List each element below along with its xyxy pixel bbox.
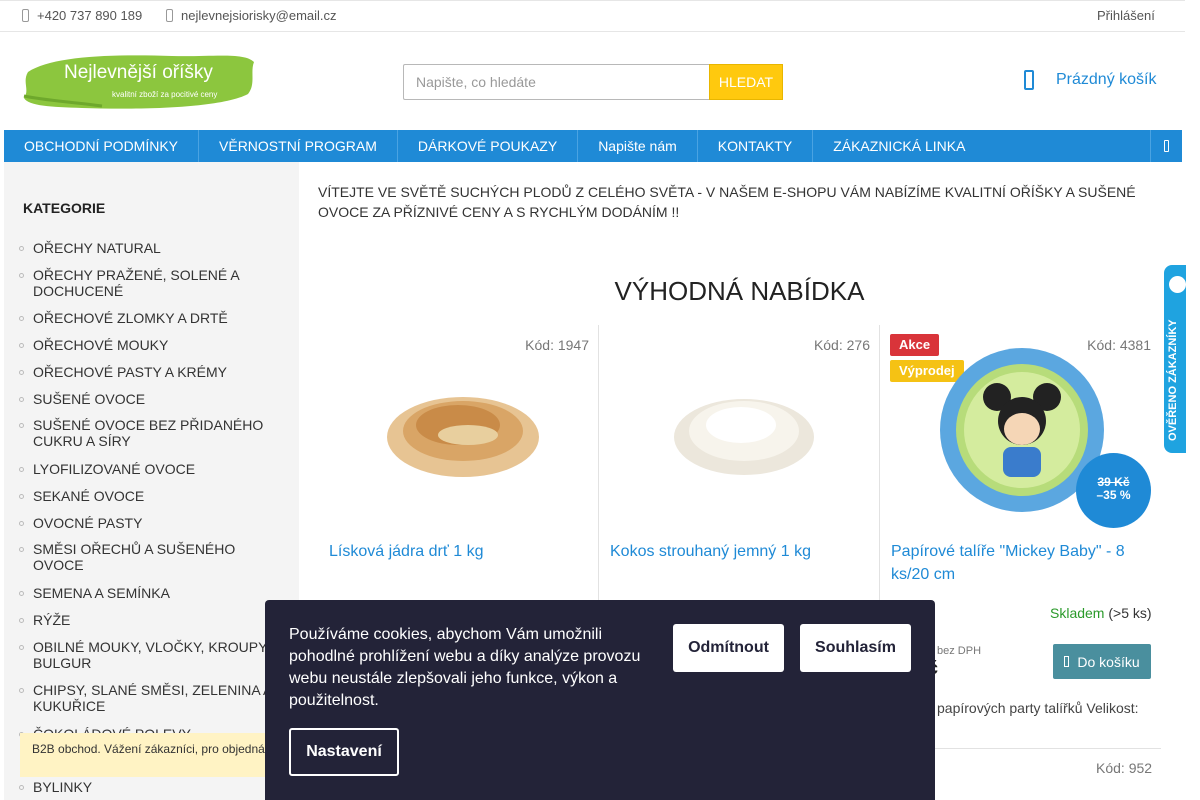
category-item[interactable]: BYLINKY	[19, 779, 273, 795]
product-image	[387, 397, 539, 477]
category-item[interactable]: LYOFILIZOVANÉ OVOCE	[19, 461, 273, 477]
nav-item-loyalty[interactable]: VĚRNOSTNÍ PROGRAM	[199, 130, 398, 162]
email-icon	[166, 9, 173, 22]
stock-label: Skladem	[1050, 605, 1105, 621]
product-name[interactable]: Lísková jádra drť 1 kg	[329, 540, 579, 563]
verified-label: OVĚŘENO ZÁKAZNÍKY	[1167, 319, 1179, 441]
product-name[interactable]: Kokos strouhaný jemný 1 kg	[610, 540, 860, 563]
product-card[interactable]: Kód: 4381 Akce Výprodej 39 Kč –35 % Papí…	[880, 325, 1161, 625]
category-item[interactable]: OŘECHOVÉ PASTY A KRÉMY	[19, 364, 273, 380]
logo-tagline: kvalitní zboží za pocitivé ceny	[112, 90, 217, 99]
cookie-settings-button[interactable]: Nastavení	[289, 728, 399, 776]
verified-reviews-tab[interactable]: OVĚŘENO ZÁKAZNÍKY	[1164, 265, 1186, 453]
b2b-notice: B2B obchod. Vážení zákazníci, pro objedn…	[20, 733, 280, 777]
category-item[interactable]: OBILNÉ MOUKY, VLOČKY, KROUPY, BULGUR	[19, 639, 273, 671]
category-item[interactable]: SEMENA A SEMÍNKA	[19, 585, 273, 601]
header: Nejlevnější oříšky kvalitní zboží za poc…	[0, 32, 1185, 130]
cookie-accept-button[interactable]: Souhlasím	[800, 624, 911, 672]
cart-link[interactable]: Prázdný košík	[1024, 70, 1156, 90]
category-item[interactable]: OŘECHY PRAŽENÉ, SOLENÉ A DOCHUCENÉ	[19, 267, 273, 299]
email-contact[interactable]: nejlevnejsiorisky@email.cz	[166, 8, 337, 23]
product-image	[674, 399, 814, 475]
category-item[interactable]: RÝŽE	[19, 612, 273, 628]
cart-icon	[1064, 656, 1070, 667]
category-item[interactable]: SMĚSI OŘECHŮ A SUŠENÉHO OVOCE	[19, 541, 273, 573]
product-code: Kód: 952	[1096, 760, 1153, 776]
top-bar: +420 737 890 189 nejlevnejsiorisky@email…	[0, 0, 1185, 32]
offer-heading: VÝHODNÁ NABÍDKA	[614, 276, 865, 306]
search-input[interactable]	[403, 64, 709, 100]
add-to-cart-button[interactable]: Do košíku	[1053, 644, 1151, 679]
sidebar-heading: KATEGORIE	[23, 200, 106, 216]
logo[interactable]: Nejlevnější oříšky kvalitní zboží za poc…	[22, 50, 258, 112]
cart-label[interactable]: Prázdný košík	[1056, 71, 1156, 89]
category-item[interactable]: OŘECHOVÉ MOUKY	[19, 337, 273, 353]
product-card[interactable]: Kód: 276 Kokos strouhaný jemný 1 kg	[599, 325, 880, 625]
category-item[interactable]: OVOCNÉ PASTY	[19, 515, 273, 531]
category-item[interactable]: CHIPSY, SLANÉ SMĚSI, ZELENINA A KUKUŘICE	[19, 682, 273, 714]
product-code: Kód: 1947	[525, 337, 589, 353]
verified-icon	[1169, 276, 1186, 293]
cart-icon	[1024, 70, 1034, 90]
category-item[interactable]: OŘECHY NATURAL	[19, 240, 273, 256]
nav-item-gift-vouchers[interactable]: DÁRKOVÉ POUKAZY	[398, 130, 579, 162]
login-label[interactable]: Přihlášení	[1097, 8, 1155, 23]
stock-count: (>5 ks)	[1108, 605, 1152, 621]
cookie-banner: Používáme cookies, abychom Vám umožnili …	[265, 600, 935, 800]
logo-graphic: Nejlevnější oříšky kvalitní zboží za poc…	[23, 55, 254, 109]
sale-badge: Akce	[890, 334, 940, 356]
phone-number[interactable]: +420 737 890 189	[37, 8, 142, 23]
product-description: papírových party talířků Velikost:	[937, 700, 1139, 716]
cookie-text: Používáme cookies, abychom Vám umožnili …	[289, 626, 641, 709]
search-bar: HLEDAT	[403, 64, 783, 100]
main-navigation: OBCHODNÍ PODMÍNKY VĚRNOSTNÍ PROGRAM DÁRK…	[4, 130, 1182, 162]
discount-percent: –35 %	[1096, 488, 1131, 502]
phone-icon	[22, 9, 29, 22]
logo-title: Nejlevnější oříšky	[64, 62, 213, 83]
category-item[interactable]: OŘECHOVÉ ZLOMKY A DRTĚ	[19, 310, 273, 326]
nav-item-write-us[interactable]: Napište nám	[578, 130, 698, 162]
discount-badge: 39 Kč –35 %	[1076, 453, 1151, 528]
category-item[interactable]: SUŠENÉ OVOCE	[19, 391, 273, 407]
product-name[interactable]: Papírové talíře "Mickey Baby" - 8 ks/20 …	[891, 540, 1141, 586]
login-link[interactable]: Přihlášení	[1097, 8, 1155, 23]
phone-contact[interactable]: +420 737 890 189	[22, 8, 142, 23]
product-card[interactable]: Kód: 1947 Lísková jádra drť 1 kg	[318, 325, 599, 625]
nav-item-terms[interactable]: OBCHODNÍ PODMÍNKY	[4, 130, 200, 162]
cookie-reject-button[interactable]: Odmítnout	[673, 624, 784, 672]
add-to-cart-label[interactable]: Do košíku	[1077, 654, 1139, 670]
welcome-text: VÍTEJTE VE SVĚTĚ SUCHÝCH PLODŮ Z CELÉHO …	[318, 184, 1136, 220]
stock-status: Skladem (>5 ks)	[1050, 605, 1152, 621]
nav-item-customer-line[interactable]: ZÁKAZNICKÁ LINKA	[813, 130, 985, 162]
nav-item-contacts[interactable]: KONTAKTY	[698, 130, 814, 162]
category-item[interactable]: SUŠENÉ OVOCE BEZ PŘIDANÉHO CUKRU A SÍRY	[19, 417, 273, 449]
menu-icon[interactable]	[1150, 130, 1182, 162]
category-item[interactable]: SEKANÉ OVOCE	[19, 488, 273, 504]
tax-note: bez DPH	[937, 645, 982, 657]
sidebar: KATEGORIE OŘECHY NATURAL OŘECHY PRAŽENÉ,…	[4, 162, 299, 800]
product-code: Kód: 276	[813, 337, 870, 353]
search-button[interactable]: HLEDAT	[709, 64, 783, 100]
email-address[interactable]: nejlevnejsiorisky@email.cz	[181, 8, 337, 23]
